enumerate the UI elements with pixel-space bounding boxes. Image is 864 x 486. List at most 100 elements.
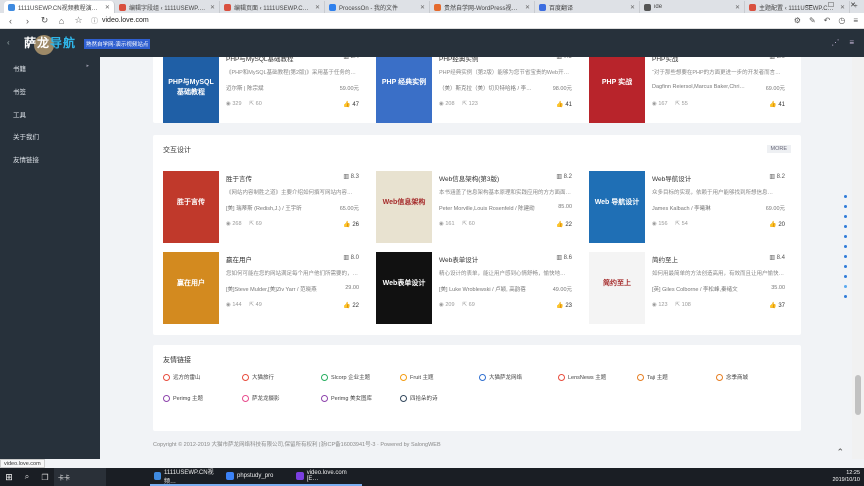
book-item[interactable]: 简约至上 简约至上 ▥ 8.4 如何用最简单的方法创造高用，有效而且让用户愉快… [英]… <box>589 252 789 324</box>
book-cover[interactable]: Web 导航设计 <box>589 171 645 243</box>
reload-icon[interactable]: ↻ <box>40 15 49 26</box>
tab-close-icon[interactable]: ✕ <box>630 4 635 11</box>
maximize-icon[interactable]: ☐ <box>820 0 842 13</box>
friend-link[interactable]: 萨龙龙摄影 <box>242 394 280 402</box>
browser-tab[interactable]: ProcessOn - 我的文件 ✕ <box>325 1 430 13</box>
book-item[interactable]: Web信息架构 Web信息架构(第3版) ▥ 8.2 本书涵盖了信息架构基本原理和实践… <box>376 171 576 243</box>
friend-link[interactable]: Taji 主题 <box>637 373 668 381</box>
book-item[interactable]: PHP 实战 PHP实战 ▥ 8.0 “对于那些想要在PHP的方面更进一步的开发者而言… <box>589 57 789 123</box>
browser-tab[interactable]: ide ✕ <box>640 1 746 13</box>
book-cover[interactable]: Web信息架构 <box>376 171 432 243</box>
book-item[interactable]: 赢在用户 赢在用户 ▥ 8.0 您如何可能在您的网站满足每个用户他们所需要的，并… [美… <box>163 252 363 324</box>
tab-close-icon[interactable]: ✕ <box>105 4 110 11</box>
book-title[interactable]: Web导航设计 <box>652 173 691 183</box>
book-title[interactable]: 赢在用户 <box>226 254 252 264</box>
forward-icon[interactable]: › <box>23 16 32 26</box>
book-item[interactable]: Web表单设计 Web表单设计 ▥ 8.6 精心设计的表单，能让用户感到心情舒畅，愉快… <box>376 252 576 324</box>
taskbar-search-icon[interactable]: ⌕ <box>18 472 36 482</box>
browser-tab[interactable]: 编辑页面 ‹ 1111USEWP.CN视频…✕ <box>220 1 325 13</box>
section-dot[interactable] <box>844 295 847 298</box>
taskbar-app[interactable]: phpstudy_pro <box>222 468 292 486</box>
book-item[interactable]: PHP 经典实例 PHP经典实例 ▥ 7.9 PHP经典实例（第2版）能够为您节省宝贵… <box>376 57 576 123</box>
bookmark-star-icon[interactable]: ☆ <box>74 15 83 26</box>
browser-tab[interactable]: 编辑字段组 ‹ 1111USEWP.CN视频…✕ <box>115 1 220 13</box>
tab-close-icon[interactable]: ✕ <box>525 4 530 11</box>
book-likes[interactable]: 👍 41 <box>556 101 572 108</box>
site-badge[interactable]: 熟然自学网-演示视频站点 <box>84 39 151 49</box>
tab-close-icon[interactable]: ✕ <box>210 4 215 11</box>
browser-tab[interactable]: 百度翻译 ✕ <box>535 1 641 13</box>
book-likes[interactable]: 👍 47 <box>343 101 359 108</box>
book-title[interactable]: 胜于言传 <box>226 173 252 183</box>
book-cover[interactable]: PHP 实战 <box>589 57 645 123</box>
browser-tab[interactable]: 贵然自学网-WordPress视频教程…✕ <box>430 1 536 13</box>
address-bar[interactable]: ⓘ video.love.com <box>91 15 731 27</box>
back-icon[interactable]: ‹ <box>6 16 15 26</box>
section-dot[interactable] <box>844 225 847 228</box>
book-likes[interactable]: 👍 23 <box>556 302 572 309</box>
tab-close-icon[interactable]: ✕ <box>420 4 425 11</box>
sidebar-toggle-icon[interactable]: ‹ <box>7 38 10 47</box>
book-title[interactable]: Web信息架构(第3版) <box>439 173 499 183</box>
sidebar-item[interactable]: 书签 <box>13 86 93 96</box>
minimize-icon[interactable]: — <box>798 0 820 13</box>
friend-link[interactable]: 四拾朵的诗 <box>400 394 438 402</box>
book-cover[interactable]: 赢在用户 <box>163 252 219 324</box>
section-dot[interactable] <box>844 235 847 238</box>
book-item[interactable]: PHP与MySQL 基础教程 PHP与MySQL基础教程 ▥ 8.4 《PHP和MyS… <box>163 57 363 123</box>
history-icon[interactable]: ◷ <box>838 16 845 25</box>
tab-close-icon[interactable]: ✕ <box>735 4 740 11</box>
friend-link[interactable]: 念季商城 <box>716 373 748 381</box>
tab-close-icon[interactable]: ✕ <box>315 4 320 11</box>
taskbar-search-box[interactable]: 卡卡 <box>54 468 106 486</box>
book-cover[interactable]: PHP 经典实例 <box>376 57 432 123</box>
book-likes[interactable]: 👍 26 <box>343 221 359 228</box>
book-title[interactable]: Web表单设计 <box>439 254 478 264</box>
book-item[interactable]: Web 导航设计 Web导航设计 ▥ 8.2 众多目标的实现，依赖于用户能够找到所想信… <box>589 171 789 243</box>
sidebar-item[interactable]: 书籍 ▸ <box>13 63 93 73</box>
friend-link[interactable]: Perimg 美女图库 <box>321 394 372 402</box>
section-dot-active[interactable] <box>844 285 847 288</box>
site-logo[interactable]: 萨龙导航 <box>24 34 76 51</box>
translate-icon[interactable]: ✎ <box>809 16 816 25</box>
taskbar-app[interactable]: 1111USEWP.CN视频… <box>150 468 222 486</box>
book-cover[interactable]: 胜于言传 <box>163 171 219 243</box>
sidebar-item[interactable]: 工具 <box>13 109 93 119</box>
book-cover[interactable]: PHP与MySQL 基础教程 <box>163 57 219 123</box>
section-dot[interactable] <box>844 245 847 248</box>
book-likes[interactable]: 👍 20 <box>769 221 785 228</box>
system-clock[interactable]: 12:25 2019/10/10 <box>832 470 860 484</box>
friend-link[interactable]: 大猫旅行 <box>242 373 274 381</box>
taskbar-app[interactable]: video.love.com [E… <box>292 468 362 486</box>
section-dot[interactable] <box>844 215 847 218</box>
page-scrollbar[interactable] <box>852 57 864 459</box>
book-likes[interactable]: 👍 22 <box>343 302 359 309</box>
back-to-top-icon[interactable]: ⌃ <box>836 447 844 458</box>
section-dot[interactable] <box>844 205 847 208</box>
book-likes[interactable]: 👍 37 <box>769 302 785 309</box>
scrollbar-thumb[interactable] <box>855 375 861 415</box>
hamburger-icon[interactable]: ≡ <box>849 38 854 47</box>
book-cover[interactable]: 简约至上 <box>589 252 645 324</box>
extension-icon[interactable]: ⚙ <box>794 16 801 25</box>
friend-link[interactable]: Perimg 主题 <box>163 394 203 402</box>
friend-link[interactable]: 远方的雷山 <box>163 373 201 381</box>
task-view-icon[interactable]: ❐ <box>36 473 54 482</box>
browser-tab[interactable]: 1111USEWP.CN视频教程演示网站 ✕ <box>4 1 115 13</box>
undo-icon[interactable]: ↶ <box>824 16 831 25</box>
section-dot[interactable] <box>844 255 847 258</box>
book-likes[interactable]: 👍 41 <box>769 101 785 108</box>
section-dot[interactable] <box>844 275 847 278</box>
book-title[interactable]: PHP与MySQL基础教程 <box>226 57 294 63</box>
page-info-icon[interactable]: ⓘ <box>91 16 98 26</box>
section-dot[interactable] <box>844 195 847 198</box>
friend-link[interactable]: 大猫萨龙网络 <box>479 373 522 381</box>
book-likes[interactable]: 👍 22 <box>556 221 572 228</box>
friend-link[interactable]: Slcorp 企业主题 <box>321 373 370 381</box>
section-dot[interactable] <box>844 265 847 268</box>
book-item[interactable]: 胜于言传 胜于言传 ▥ 8.3 《网站内容制胜之道》主要介绍如何撰写网站内容… [美] … <box>163 171 363 243</box>
close-window-icon[interactable]: ✕ <box>842 0 864 13</box>
book-title[interactable]: PHP实战 <box>652 57 678 63</box>
book-title[interactable]: 简约至上 <box>652 254 678 264</box>
friend-link[interactable]: Fruit 主题 <box>400 373 434 381</box>
